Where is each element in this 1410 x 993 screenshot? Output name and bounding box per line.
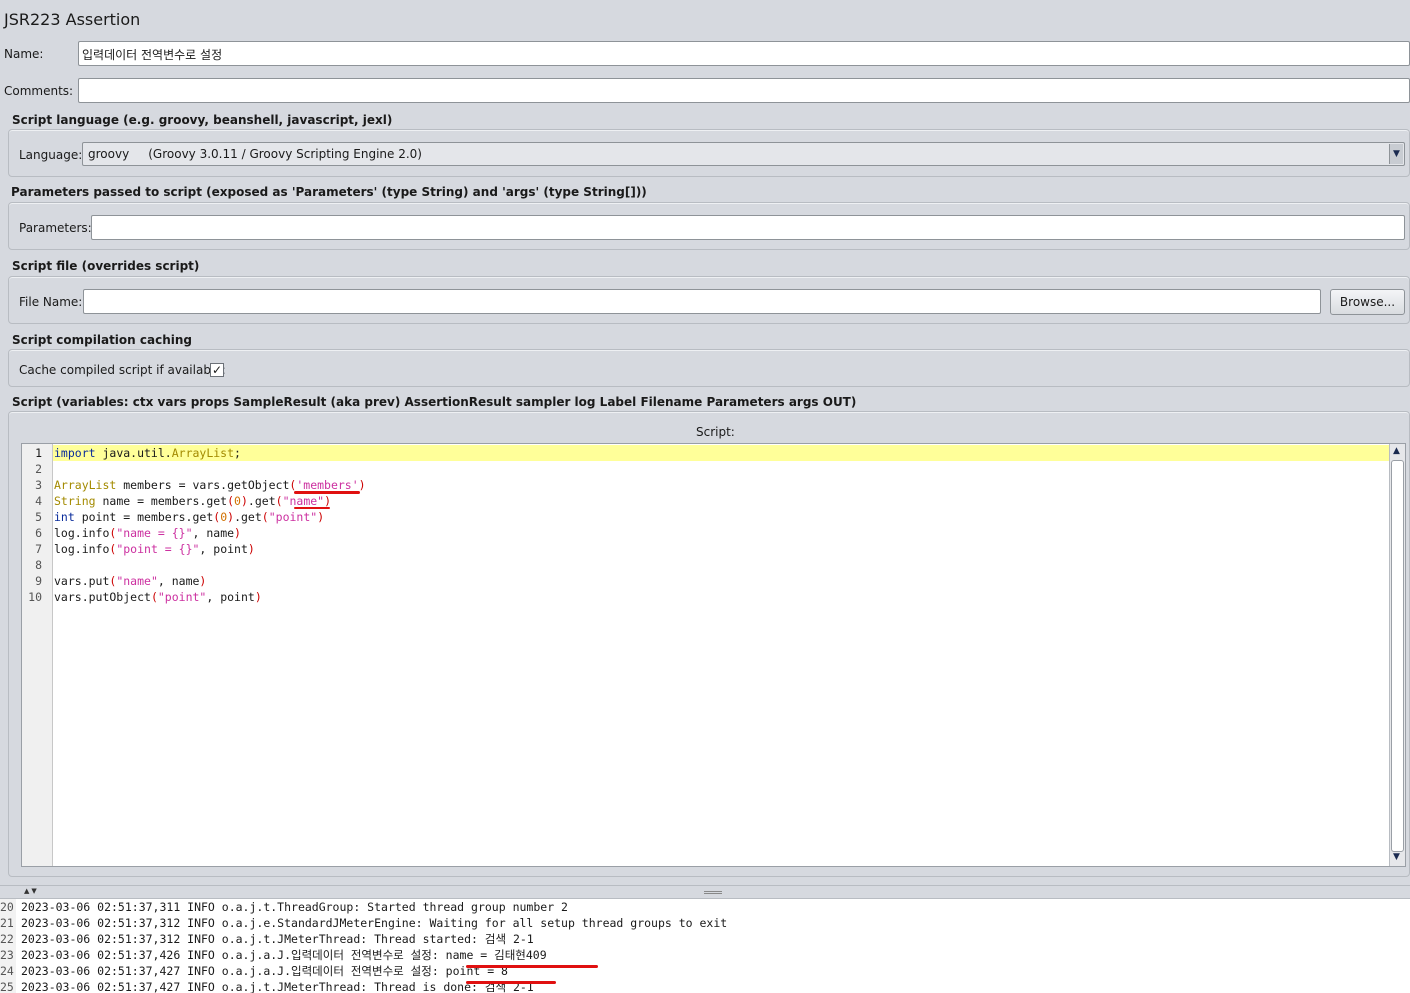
page-title: JSR223 Assertion	[4, 10, 141, 29]
scroll-up-icon[interactable]: ▲	[1393, 446, 1400, 456]
line-number: 10	[28, 590, 42, 604]
line-number: 4	[35, 494, 42, 508]
script-title: Script (variables: ctx vars props Sample…	[12, 395, 857, 409]
chevron-down-icon[interactable]: ▼	[1389, 144, 1403, 164]
language-label: Language:	[19, 148, 83, 162]
code-line: log.info("name = {}", name)	[54, 526, 241, 540]
cache-label: Cache compiled script if available:	[19, 363, 226, 377]
line-number: 5	[35, 510, 42, 524]
file-name-input[interactable]	[83, 289, 1321, 314]
code-line: int point = members.get(0).get("point")	[54, 510, 325, 524]
comments-input[interactable]	[78, 78, 1410, 103]
parameters-input[interactable]	[91, 215, 1405, 240]
log-line: 2023-03-06 02:51:37,312 INFO o.a.j.e.Sta…	[21, 916, 728, 930]
log-line-number: 22	[0, 932, 14, 946]
line-number: 7	[35, 542, 42, 556]
editor-scrollbar[interactable]: ▲ ▼	[1389, 444, 1405, 866]
log-line: 2023-03-06 02:51:37,427 INFO o.a.j.a.J.입…	[21, 964, 508, 978]
code-line: String name = members.get(0).get("name")	[54, 494, 332, 508]
log-line-number: 20	[0, 900, 14, 914]
log-line-number: 21	[0, 916, 14, 930]
caching-title: Script compilation caching	[12, 333, 192, 347]
annotation-underline	[294, 491, 360, 494]
code-line: ArrayList members = vars.getObject('memb…	[54, 478, 366, 492]
cache-checkbox[interactable]: ✓	[210, 363, 224, 377]
code-line: vars.putObject("point", point)	[54, 590, 262, 604]
name-input[interactable]: 입력데이터 전역변수로 설정	[78, 41, 1410, 66]
line-number: 9	[35, 574, 42, 588]
log-line-number: 25	[0, 980, 14, 993]
check-icon: ✓	[211, 363, 223, 377]
parameters-title: Parameters passed to script (exposed as …	[11, 185, 647, 199]
comments-label: Comments:	[4, 84, 74, 98]
script-language-title: Script language (e.g. groovy, beanshell,…	[12, 113, 393, 127]
log-line: 2023-03-06 02:51:37,312 INFO o.a.j.t.JMe…	[21, 932, 534, 946]
panel-splitter[interactable]: ▲▼	[0, 885, 1410, 899]
line-number: 3	[35, 478, 42, 492]
log-line-number: 24	[0, 964, 14, 978]
language-select[interactable]: groovy (Groovy 3.0.11 / Groovy Scripting…	[82, 142, 1405, 166]
log-line: 2023-03-06 02:51:37,426 INFO o.a.j.a.J.입…	[21, 948, 547, 962]
script-file-title: Script file (overrides script)	[12, 259, 200, 273]
line-number: 6	[35, 526, 42, 540]
line-number: 8	[35, 558, 42, 572]
splitter-grip-icon[interactable]	[704, 891, 722, 894]
annotation-underline	[466, 965, 598, 968]
line-number: 1	[35, 446, 42, 460]
splitter-arrows-icon[interactable]: ▲▼	[24, 887, 39, 895]
browse-button[interactable]: Browse...	[1330, 289, 1405, 315]
code-line: vars.put("name", name)	[54, 574, 207, 588]
line-number: 2	[35, 462, 42, 476]
log-line-number: 23	[0, 948, 14, 962]
name-label: Name:	[4, 47, 44, 61]
log-line: 2023-03-06 02:51:37,427 INFO o.a.j.t.JMe…	[21, 980, 534, 993]
file-name-label: File Name:	[19, 295, 83, 309]
code-area[interactable]: import java.util.ArrayList; ArrayList me…	[54, 445, 1388, 605]
line-number-gutter: 1 2 3 4 5 6 7 8 9 10	[22, 444, 53, 866]
scroll-down-icon[interactable]: ▼	[1393, 852, 1400, 862]
log-gutter: 20 21 22 23 24 25	[0, 899, 16, 993]
script-editor[interactable]: 1 2 3 4 5 6 7 8 9 10 import java.util.Ar…	[21, 443, 1406, 867]
log-line: 2023-03-06 02:51:37,311 INFO o.a.j.t.Thr…	[21, 900, 568, 914]
code-line: log.info("point = {}", point)	[54, 542, 255, 556]
code-line: import java.util.ArrayList;	[54, 446, 241, 460]
parameters-label: Parameters:	[19, 221, 92, 235]
log-panel[interactable]: 20 21 22 23 24 25 2023-03-06 02:51:37,31…	[0, 899, 1410, 993]
annotation-underline	[466, 981, 556, 984]
annotation-underline	[294, 507, 330, 509]
log-text: 2023-03-06 02:51:37,311 INFO o.a.j.t.Thr…	[21, 899, 727, 993]
scrollbar-thumb[interactable]	[1391, 460, 1404, 852]
language-select-value: groovy (Groovy 3.0.11 / Groovy Scripting…	[88, 147, 422, 161]
script-editor-title: Script:	[696, 425, 735, 439]
